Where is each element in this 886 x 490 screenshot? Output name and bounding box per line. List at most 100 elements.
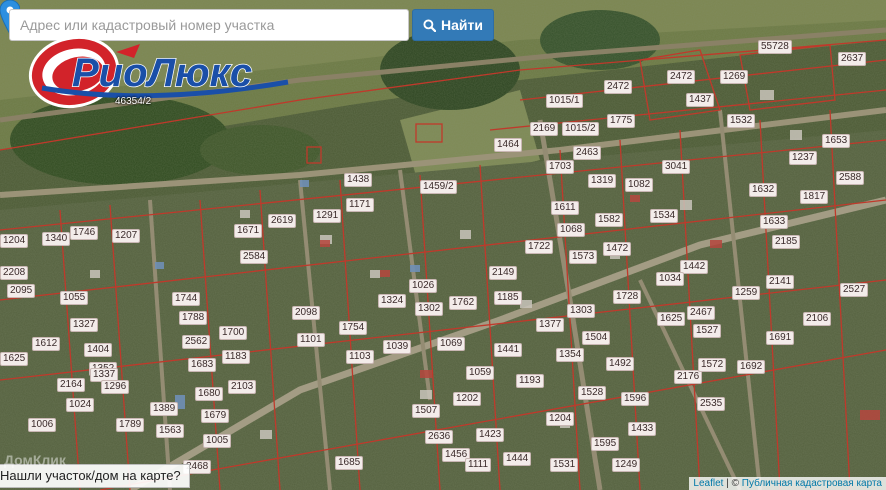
parcel-label[interactable]: 1754 bbox=[339, 321, 368, 335]
parcel-label[interactable]: 1039 bbox=[383, 340, 412, 354]
parcel-label[interactable]: 1703 bbox=[546, 160, 575, 174]
parcel-label[interactable]: 1404 bbox=[84, 343, 113, 357]
parcel-label[interactable]: 1680 bbox=[195, 387, 224, 401]
parcel-label[interactable]: 3041 bbox=[662, 160, 691, 174]
parcel-label[interactable]: 1034 bbox=[656, 272, 685, 286]
cadastral-map-link[interactable]: Публичная кадастровая карта bbox=[742, 478, 882, 489]
parcel-label[interactable]: 2164 bbox=[57, 378, 86, 392]
parcel-label[interactable]: 1532 bbox=[727, 114, 756, 128]
parcel-label[interactable]: 1441 bbox=[494, 343, 523, 357]
parcel-label[interactable]: 1026 bbox=[409, 279, 438, 293]
parcel-label[interactable]: 1111 bbox=[465, 458, 492, 472]
parcel-label[interactable]: 1817 bbox=[800, 190, 829, 204]
parcel-label[interactable]: 1024 bbox=[66, 398, 95, 412]
parcel-label[interactable]: 1204 bbox=[0, 234, 29, 248]
parcel-label[interactable]: 1563 bbox=[156, 424, 185, 438]
parcel-label[interactable]: 1691 bbox=[766, 331, 795, 345]
parcel-label[interactable]: 1527 bbox=[693, 324, 722, 338]
parcel-label[interactable]: 1237 bbox=[789, 151, 818, 165]
parcel-label[interactable]: 2141 bbox=[766, 275, 795, 289]
parcel-label[interactable]: 1671 bbox=[234, 224, 263, 238]
parcel-label[interactable]: 1377 bbox=[536, 318, 565, 332]
parcel-label[interactable]: 1596 bbox=[621, 392, 650, 406]
parcel-label[interactable]: 2619 bbox=[268, 214, 297, 228]
parcel-label[interactable]: 1582 bbox=[595, 213, 624, 227]
parcel-label[interactable]: 2169 bbox=[530, 122, 559, 136]
parcel-label[interactable]: 2095 bbox=[7, 284, 36, 298]
parcel-label[interactable]: 1679 bbox=[201, 409, 230, 423]
parcel-label[interactable]: 1464 bbox=[494, 138, 523, 152]
parcel-label[interactable]: 1438 bbox=[344, 173, 373, 187]
parcel-label[interactable]: 1595 bbox=[591, 437, 620, 451]
parcel-label[interactable]: 1291 bbox=[313, 209, 342, 223]
parcel-label[interactable]: 2535 bbox=[697, 397, 726, 411]
parcel-label[interactable]: 1437 bbox=[686, 93, 715, 107]
parcel-label[interactable]: 1507 bbox=[412, 404, 441, 418]
parcel-label[interactable]: 1573 bbox=[569, 250, 598, 264]
parcel-label[interactable]: 1744 bbox=[172, 292, 201, 306]
parcel-label[interactable]: 2176 bbox=[674, 370, 703, 384]
parcel-label[interactable]: 1059 bbox=[466, 366, 495, 380]
parcel-label[interactable]: 1700 bbox=[219, 326, 248, 340]
parcel-label[interactable]: 1327 bbox=[70, 318, 99, 332]
parcel-label[interactable]: 1055 bbox=[60, 291, 89, 305]
parcel-label[interactable]: 1633 bbox=[760, 215, 789, 229]
parcel-label[interactable]: 1207 bbox=[112, 229, 141, 243]
parcel-label[interactable]: 1531 bbox=[550, 458, 579, 472]
parcel-label[interactable]: 1319 bbox=[588, 174, 617, 188]
parcel-label[interactable]: 1685 bbox=[335, 456, 364, 470]
parcel-label[interactable]: 1269 bbox=[720, 70, 749, 84]
parcel-label[interactable]: 1534 bbox=[650, 209, 679, 223]
parcel-label[interactable]: 1082 bbox=[625, 178, 654, 192]
parcel-label[interactable]: 1528 bbox=[578, 386, 607, 400]
parcel-label[interactable]: 1728 bbox=[613, 290, 642, 304]
parcel-label[interactable]: 1632 bbox=[749, 183, 778, 197]
parcel-label[interactable]: 1762 bbox=[449, 296, 478, 310]
parcel-label[interactable]: 1101 bbox=[297, 333, 325, 347]
parcel-label[interactable]: 1193 bbox=[516, 374, 544, 388]
parcel-label[interactable]: 1303 bbox=[567, 304, 596, 318]
search-button[interactable]: Найти bbox=[412, 9, 494, 41]
parcel-label[interactable]: 1504 bbox=[582, 331, 611, 345]
parcel-label[interactable]: 1423 bbox=[476, 428, 505, 442]
parcel-label[interactable]: 1354 bbox=[556, 348, 585, 362]
parcel-label[interactable]: 2106 bbox=[803, 312, 832, 326]
parcel-label[interactable]: 1204 bbox=[546, 412, 575, 426]
parcel-label[interactable]: 1185 bbox=[494, 291, 522, 305]
parcel-label[interactable]: 2472 bbox=[667, 70, 696, 84]
parcel-label[interactable]: 1625 bbox=[657, 312, 686, 326]
parcel-label[interactable]: 1006 bbox=[28, 418, 57, 432]
parcel-label[interactable]: 1015/2 bbox=[562, 122, 599, 136]
parcel-label[interactable]: 2588 bbox=[836, 171, 865, 185]
parcel-label[interactable]: 1069 bbox=[437, 337, 466, 351]
parcel-label[interactable]: 1068 bbox=[557, 223, 586, 237]
parcel-label[interactable]: 1611 bbox=[551, 201, 579, 215]
parcel-label[interactable]: 1653 bbox=[822, 134, 851, 148]
parcel-label[interactable]: 1789 bbox=[116, 418, 145, 432]
parcel-label[interactable]: 2098 bbox=[292, 306, 321, 320]
parcel-label[interactable]: 1472 bbox=[603, 242, 632, 256]
parcel-label[interactable]: 1296 bbox=[101, 380, 130, 394]
parcel-label[interactable]: 1625 bbox=[0, 352, 29, 366]
parcel-label[interactable]: 1692 bbox=[737, 360, 766, 374]
parcel-label[interactable]: 1302 bbox=[415, 302, 444, 316]
parcel-label[interactable]: 2463 bbox=[573, 146, 602, 160]
parcel-label[interactable]: 1746 bbox=[70, 226, 99, 240]
parcel-label[interactable]: 1015/1 bbox=[546, 94, 583, 108]
parcel-label[interactable]: 55728 bbox=[758, 40, 792, 54]
parcel-label[interactable]: 2149 bbox=[489, 266, 518, 280]
parcel-label[interactable]: 1788 bbox=[179, 311, 208, 325]
parcel-label[interactable]: 2208 bbox=[0, 266, 29, 280]
parcel-label[interactable]: 1389 bbox=[150, 402, 179, 416]
parcel-label[interactable]: 1722 bbox=[525, 240, 554, 254]
parcel-label[interactable]: 1459/2 bbox=[420, 180, 457, 194]
parcel-label[interactable]: 1103 bbox=[346, 350, 374, 364]
parcel-label[interactable]: 2467 bbox=[687, 306, 716, 320]
parcel-label[interactable]: 1183 bbox=[222, 350, 250, 364]
parcel-label[interactable]: 1324 bbox=[378, 294, 407, 308]
parcel-label[interactable]: 1005 bbox=[203, 434, 232, 448]
parcel-label[interactable]: 1444 bbox=[503, 452, 532, 466]
parcel-label[interactable]: 2562 bbox=[182, 335, 211, 349]
parcel-label[interactable]: 1259 bbox=[732, 286, 761, 300]
parcel-label[interactable]: 1492 bbox=[606, 357, 635, 371]
